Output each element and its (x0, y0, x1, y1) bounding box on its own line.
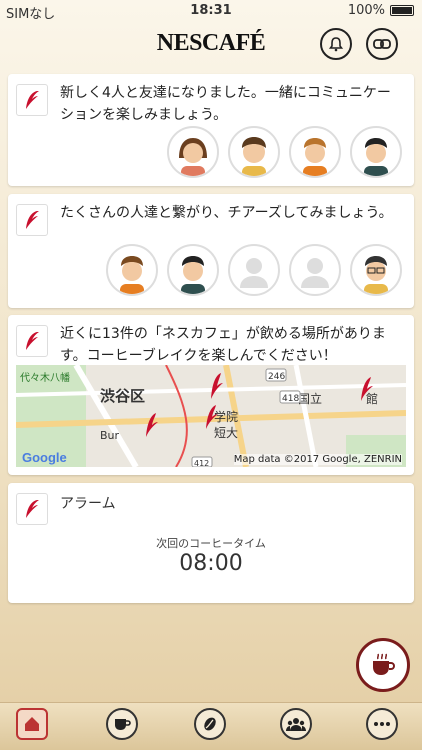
map-label: Bur (100, 429, 120, 442)
avatar-row (167, 126, 402, 178)
nescafe-swoosh-icon (16, 84, 48, 116)
map-label: 渋谷区 (100, 387, 145, 405)
cup-icon (115, 719, 131, 730)
map-label: 418 (282, 394, 299, 404)
tab-home[interactable] (16, 708, 48, 740)
alarm-title: アラーム (60, 496, 116, 512)
avatar[interactable] (167, 126, 219, 178)
avatar-placeholder (228, 244, 280, 296)
bean-icon (204, 717, 216, 731)
coffee-cup-icon (373, 653, 395, 675)
google-logo: Google (22, 450, 67, 465)
app-header: NESCAFÉ (0, 22, 422, 68)
bell-icon (328, 37, 344, 52)
map-label: 246 (268, 372, 285, 382)
avatar[interactable] (106, 244, 158, 296)
card-new-friends[interactable]: 新しく4人と友達になりました。一緒にコミュニケーションを楽しみましょう。 (8, 74, 414, 186)
card-places[interactable]: 近くに13件の「ネスカフェ」が飲める場所があります。コーヒーブレイクを楽しんでく… (8, 315, 414, 475)
avatar-placeholder (289, 244, 341, 296)
battery-icon (390, 5, 414, 16)
avatar[interactable] (228, 126, 280, 178)
more-icon (374, 722, 390, 726)
tab-bar (0, 702, 422, 750)
tab-friends[interactable] (280, 708, 312, 740)
coffee-fab-button[interactable] (356, 638, 410, 692)
map-label: 代々木八幡 (20, 371, 70, 384)
link-button[interactable] (366, 28, 398, 60)
map-copyright: Map data ©2017 Google, ZENRIN (233, 454, 402, 465)
map-label: 学院 (214, 409, 238, 424)
nescafe-swoosh-icon (16, 493, 48, 525)
connect-message: たくさんの人達と繋がり、チアーズしてみましょう。 (60, 205, 393, 221)
alarm-time[interactable]: 08:00 (8, 551, 414, 576)
places-message: 近くに13件の「ネスカフェ」が飲める場所があります。コーヒーブレイクを楽しんでく… (60, 326, 386, 364)
map-label: 短大 (214, 426, 238, 440)
battery-label: 100% (347, 3, 385, 18)
status-bar: SIMなし 18:31 100% (0, 0, 422, 22)
avatar[interactable] (350, 244, 402, 296)
map-view[interactable]: 渋谷区 代々木八幡 国立 館 学院 短大 246 418 412 Bur Goo… (16, 365, 406, 467)
friends-icon (286, 718, 306, 731)
map-label: 館 (366, 391, 378, 406)
nescafe-swoosh-icon (16, 204, 48, 236)
status-right: 100% (348, 3, 414, 18)
nescafe-swoosh-icon (16, 325, 48, 357)
card-alarm[interactable]: アラーム 次回のコーヒータイム 08:00 (8, 483, 414, 603)
map-graphic: 渋谷区 代々木八幡 国立 館 学院 短大 246 418 412 Bur (16, 365, 406, 467)
tab-coffee[interactable] (106, 708, 138, 740)
avatar[interactable] (289, 126, 341, 178)
avatar-row (106, 244, 402, 296)
tab-beans[interactable] (194, 708, 226, 740)
avatar[interactable] (167, 244, 219, 296)
nescafe-logo: NESCAFÉ (156, 30, 266, 56)
map-label: 412 (194, 459, 209, 467)
link-icon (373, 39, 391, 49)
next-coffee-label: 次回のコーヒータイム (156, 537, 266, 550)
home-icon (25, 717, 39, 731)
card-connect[interactable]: たくさんの人達と繋がり、チアーズしてみましょう。 (8, 194, 414, 308)
friends-message: 新しく4人と友達になりました。一緒にコミュニケーションを楽しみましょう。 (60, 85, 391, 123)
avatar[interactable] (350, 126, 402, 178)
tab-more[interactable] (366, 708, 398, 740)
map-label: 国立 (298, 391, 322, 406)
notifications-button[interactable] (320, 28, 352, 60)
